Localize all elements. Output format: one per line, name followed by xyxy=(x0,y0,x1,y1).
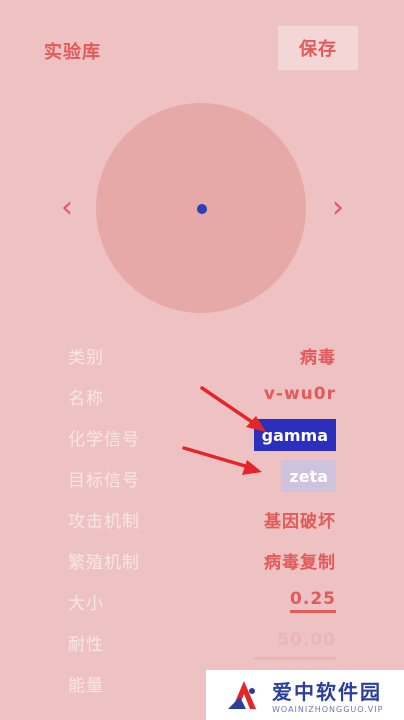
callout-arrow-icon xyxy=(200,386,266,432)
callout-arrow-icon xyxy=(182,446,262,475)
property-label: 名称 xyxy=(68,389,104,409)
specimen-viewer: ‹ › xyxy=(0,95,404,325)
size-value-input[interactable]: 0.25 xyxy=(290,589,336,613)
property-label: 攻击机制 xyxy=(68,512,140,532)
watermark-logo-icon xyxy=(228,681,256,709)
target-signal-chip[interactable]: zeta xyxy=(281,460,336,492)
property-row-resistance: 耐性 50.00 xyxy=(0,622,404,662)
specimen-dot xyxy=(197,204,207,214)
page-title: 实验库 xyxy=(44,42,101,63)
watermark-subtitle: WOAINIZHONGGUO.VIP xyxy=(272,705,384,714)
property-row-attack-mechanism: 攻击机制 基因破坏 xyxy=(0,499,404,539)
property-row-reproduction-mechanism: 繁殖机制 病毒复制 xyxy=(0,540,404,580)
property-row-category: 类别 病毒 xyxy=(0,335,404,375)
resistance-underline xyxy=(254,657,336,660)
property-value: 病毒复制 xyxy=(264,553,336,573)
property-label: 耐性 xyxy=(68,635,104,655)
watermark-title: 爱中软件园 xyxy=(272,680,382,704)
property-value: 病毒 xyxy=(300,348,336,368)
property-label: 能量 xyxy=(68,676,104,696)
save-button[interactable]: 保存 xyxy=(278,26,358,70)
specimen-circle xyxy=(96,103,306,313)
watermark: 爱中软件园 WOAINIZHONGGUO.VIP xyxy=(206,670,404,720)
property-label: 大小 xyxy=(68,594,104,614)
next-arrow-button[interactable]: › xyxy=(326,191,350,225)
property-row-size: 大小 0.25 xyxy=(0,581,404,621)
property-label: 化学信号 xyxy=(68,430,140,450)
property-label: 繁殖机制 xyxy=(68,553,140,573)
header: 实验库 保存 xyxy=(0,0,404,95)
property-label: 类别 xyxy=(68,348,104,368)
property-label: 目标信号 xyxy=(68,471,140,491)
property-value: 基因破坏 xyxy=(264,512,336,532)
resistance-value: 50.00 xyxy=(277,630,336,650)
previous-arrow-button[interactable]: ‹ xyxy=(55,191,79,225)
watermark-text: 爱中软件园 WOAINIZHONGGUO.VIP xyxy=(272,676,383,714)
